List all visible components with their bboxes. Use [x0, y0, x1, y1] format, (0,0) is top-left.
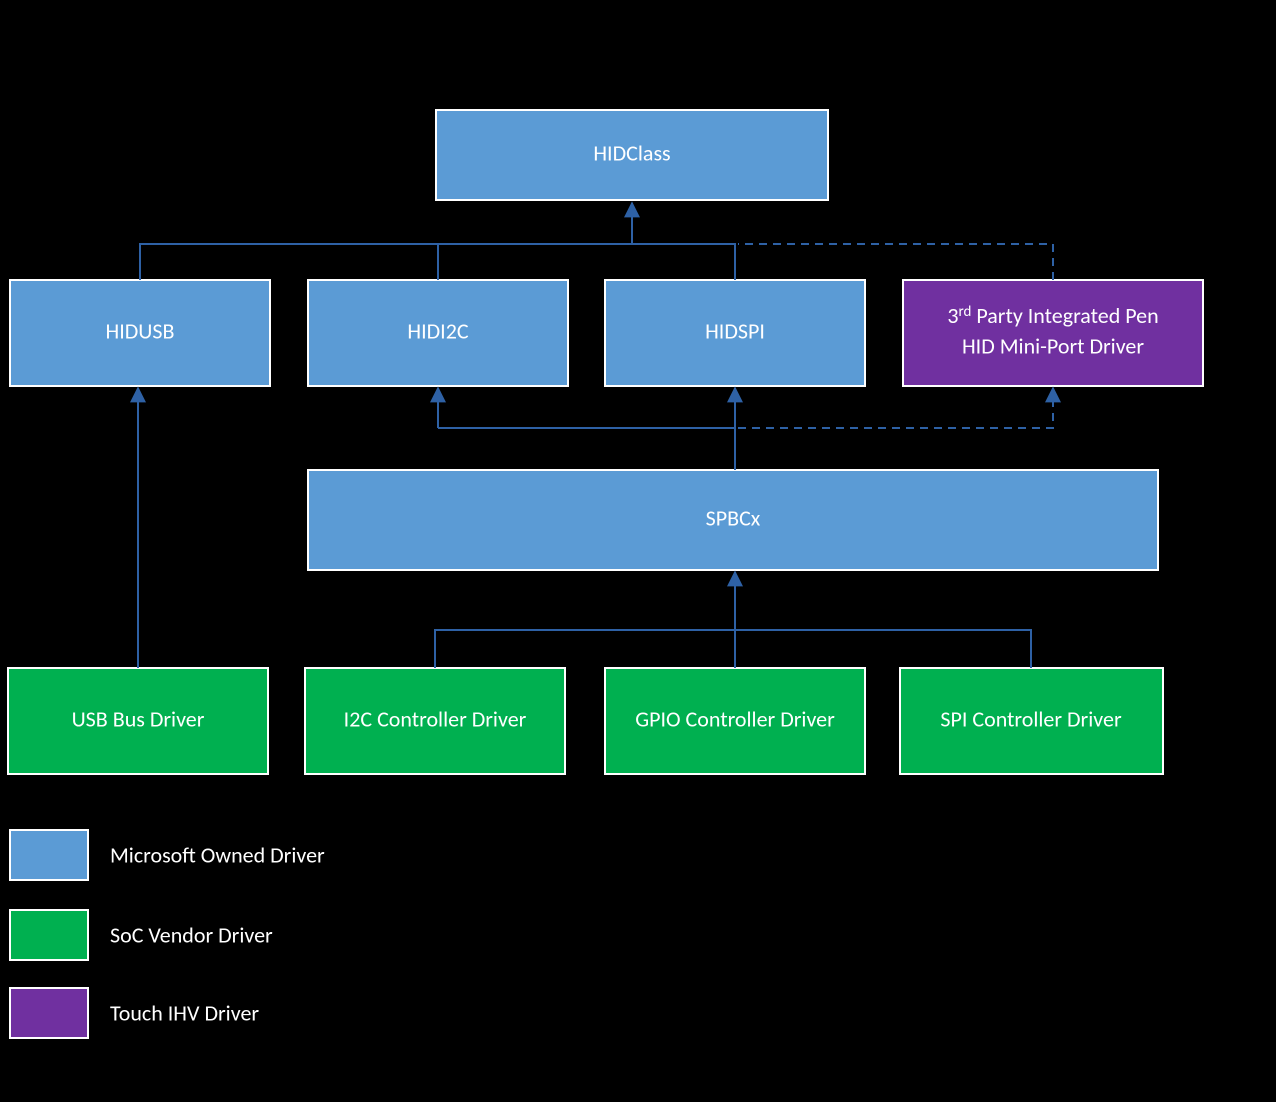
edge-spb-bar	[438, 428, 735, 470]
hidspi-label: HIDSPI	[705, 317, 765, 344]
spbcx-label: SPBCx	[706, 504, 761, 531]
hidi2c-label: HIDI2C	[407, 317, 468, 344]
i2c-label: I2C Controller Driver	[344, 705, 527, 732]
hidusb-label: HIDUSB	[106, 317, 175, 344]
legend-swatch-green	[10, 910, 88, 960]
edge-row2-hidclass	[140, 203, 735, 280]
gpio-label: GPIO Controller Driver	[635, 705, 835, 732]
edge-ctrl-spb	[435, 572, 1031, 668]
legend-purple-label: Touch IHV Driver	[110, 999, 259, 1026]
legend-green-label: SoC Vendor Driver	[110, 921, 273, 948]
spi-label: SPI Controller Driver	[940, 705, 1122, 732]
usb-label: USB Bus Driver	[72, 705, 205, 732]
legend-swatch-purple	[10, 988, 88, 1038]
legend-blue-label: Microsoft Owned Driver	[110, 841, 325, 868]
third-party-label-2: HID Mini-Port Driver	[962, 332, 1144, 359]
hidclass-label: HIDClass	[593, 139, 670, 166]
edge-third-hidclass	[738, 244, 1053, 280]
legend-swatch-blue	[10, 830, 88, 880]
edge-spb-third	[738, 388, 1053, 428]
third-party-label-1: 3rd Party Integrated Pen	[947, 302, 1158, 329]
